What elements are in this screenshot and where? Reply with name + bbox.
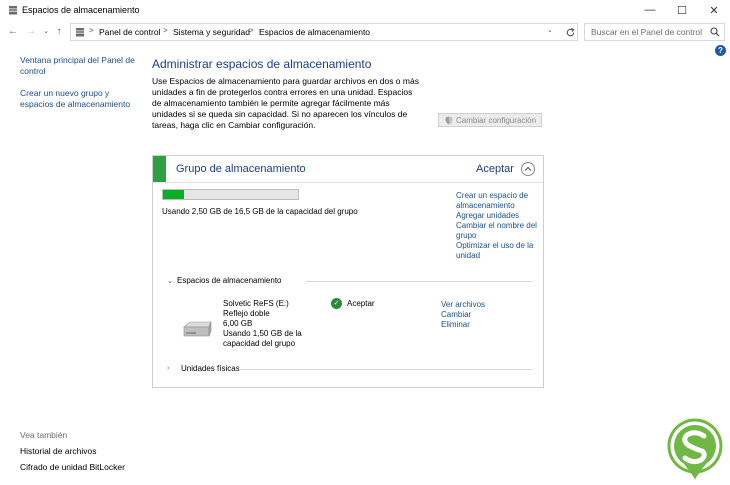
chevron-right-icon: › xyxy=(167,365,170,372)
pool-usage-fill xyxy=(163,190,184,199)
pool-usage-text: Usando 2,50 GB de 16,5 GB de la capacida… xyxy=(162,207,358,216)
breadcrumb-espacios[interactable]: Espacios de almacenamiento xyxy=(259,27,370,37)
pool-usage-bar xyxy=(162,189,299,200)
breadcrumb-sistema-y-seguridad[interactable]: Sistema y seguridad xyxy=(173,27,250,37)
chevron-up-icon xyxy=(524,166,532,171)
window-title: Espacios de almacenamiento xyxy=(22,5,140,15)
space-status: ✓ Aceptar xyxy=(331,298,375,309)
change-link[interactable]: Cambiar xyxy=(441,310,485,320)
close-button[interactable]: ✕ xyxy=(698,0,730,20)
address-bar[interactable]: > Panel de control > Sistema y seguridad… xyxy=(70,23,578,41)
space-resiliency: Reflejo doble xyxy=(223,309,270,318)
delete-link[interactable]: Eliminar xyxy=(441,320,485,330)
checkmark-icon: ✓ xyxy=(331,298,342,309)
rename-pool-link[interactable]: Cambiar el nombre del grupo xyxy=(456,221,541,241)
storage-spaces-icon xyxy=(9,6,17,15)
breadcrumb-separator: > xyxy=(163,26,168,35)
section-divider xyxy=(239,369,532,370)
address-dropdown-icon[interactable]: ⌄ xyxy=(547,26,553,34)
see-also-file-history[interactable]: Historial de archivos xyxy=(20,446,97,456)
physical-drives-section-header[interactable]: › Unidades físicas xyxy=(167,364,240,373)
change-settings-label: Cambiar configuración xyxy=(456,115,537,125)
change-settings-button[interactable]: Cambiar configuración xyxy=(438,113,542,127)
storage-pool-panel: Grupo de almacenamiento Aceptar Usando 2… xyxy=(152,155,544,388)
help-icon[interactable]: ? xyxy=(715,45,726,56)
see-also-bitlocker[interactable]: Cifrado de unidad BitLocker xyxy=(20,462,125,472)
search-input[interactable]: Buscar en el Panel de control xyxy=(584,23,725,41)
shield-icon xyxy=(445,116,453,124)
see-also-title: Vea también xyxy=(20,430,68,440)
add-drives-link[interactable]: Agregar unidades xyxy=(456,211,541,221)
back-arrow-icon[interactable]: ← xyxy=(6,25,20,39)
create-space-link[interactable]: Crear un espacio de almacenamiento xyxy=(456,191,541,211)
sidebar-link-control-panel-home[interactable]: Ventana principal del Panel de control xyxy=(20,55,138,77)
storage-spaces-section-header[interactable]: ⌄ Espacios de almacenamiento xyxy=(167,276,282,285)
breadcrumb-panel-de-control[interactable]: Panel de control xyxy=(99,27,160,37)
storage-spaces-icon xyxy=(76,28,84,37)
search-placeholder: Buscar en el Panel de control xyxy=(591,27,703,37)
breadcrumb-separator: > xyxy=(249,26,254,35)
page-title: Administrar espacios de almacenamiento xyxy=(152,57,372,71)
storage-space-info: Solvetic ReFS (E:) Reflejo doble 6,00 GB… xyxy=(223,299,313,349)
physical-drives-section-label: Unidades físicas xyxy=(181,364,240,373)
space-actions: Ver archivos Cambiar Eliminar xyxy=(441,300,485,330)
pool-actions: Crear un espacio de almacenamiento Agreg… xyxy=(456,191,541,261)
sidebar-link-create-pool[interactable]: Crear un nuevo grupo y espacios de almac… xyxy=(20,88,138,110)
search-icon[interactable] xyxy=(710,27,720,37)
optimize-drive-usage-link[interactable]: Optimizar el uso de la unidad xyxy=(456,241,541,261)
chevron-down-icon[interactable]: ⌄ xyxy=(39,25,53,39)
minimize-button[interactable]: — xyxy=(634,0,666,20)
hard-drive-icon xyxy=(183,321,212,337)
space-name: Solvetic ReFS (E:) xyxy=(223,299,289,308)
space-usage: Usando 1,50 GB de la capacidad del grupo xyxy=(223,329,302,348)
pool-status: Aceptar xyxy=(476,163,514,175)
space-status-label: Aceptar xyxy=(347,299,375,308)
refresh-icon[interactable] xyxy=(565,27,576,38)
pool-title: Grupo de almacenamiento xyxy=(176,163,306,175)
storage-spaces-section-label: Espacios de almacenamiento xyxy=(177,276,282,285)
breadcrumb-separator: > xyxy=(89,26,94,35)
maximize-button[interactable]: ☐ xyxy=(666,0,698,20)
view-files-link[interactable]: Ver archivos xyxy=(441,300,485,310)
collapse-button[interactable] xyxy=(521,162,535,176)
page-description: Use Espacios de almacenamiento para guar… xyxy=(152,76,419,130)
pool-status-accent xyxy=(153,156,166,182)
forward-arrow-icon[interactable]: → xyxy=(24,25,38,39)
chevron-down-icon: ⌄ xyxy=(167,277,173,285)
section-divider xyxy=(306,281,532,282)
up-arrow-icon[interactable]: ↑ xyxy=(52,25,66,39)
solvetic-logo xyxy=(667,418,723,480)
title-bar: Espacios de almacenamiento — ☐ ✕ xyxy=(0,0,730,20)
pool-header: Grupo de almacenamiento Aceptar xyxy=(153,156,543,183)
space-size: 6,00 GB xyxy=(223,319,253,328)
